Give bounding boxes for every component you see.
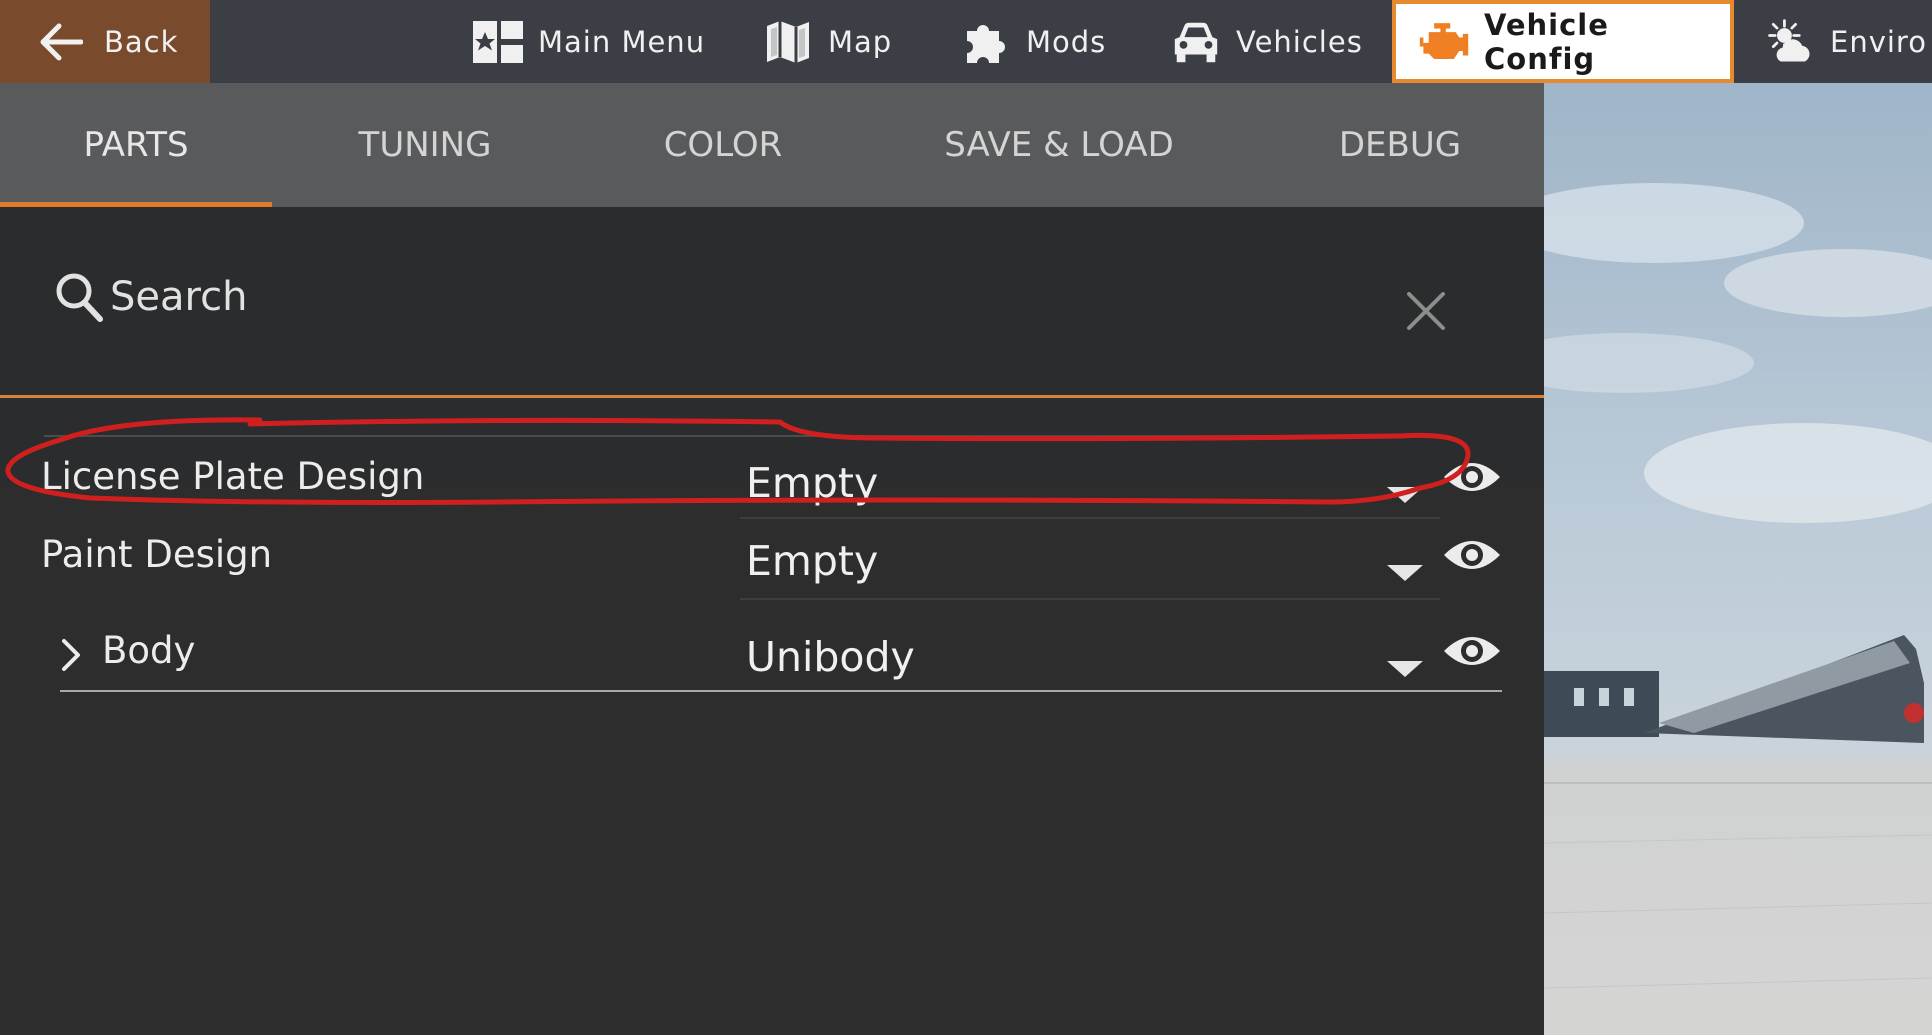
main-menu-icon — [472, 16, 524, 68]
eye-icon[interactable] — [1442, 455, 1502, 499]
part-value-dropdown[interactable]: Unibody — [746, 633, 915, 681]
chevron-right-icon[interactable] — [60, 637, 82, 673]
tab-tuning[interactable]: TUNING — [272, 83, 578, 207]
nav-main-menu-label: Main Menu — [538, 24, 706, 59]
nav-map-label: Map — [828, 24, 893, 59]
car-icon — [1170, 16, 1222, 68]
close-icon — [1407, 292, 1445, 330]
eye-icon[interactable] — [1442, 533, 1502, 577]
tab-parts[interactable]: PARTS — [0, 83, 272, 207]
vehicle-config-panel: PARTS TUNING COLOR SAVE & LOAD DEBUG Sea… — [0, 83, 1544, 1035]
dropdown-arrow-icon[interactable] — [1385, 563, 1425, 583]
weather-icon — [1764, 16, 1816, 68]
nav-vehicles[interactable]: Vehicles — [1170, 0, 1363, 83]
tab-parts-label: PARTS — [83, 125, 189, 165]
part-name: Body — [102, 629, 196, 672]
part-row-license-plate-design[interactable]: License Plate Design Empty — [0, 455, 1544, 531]
tab-tuning-label: TUNING — [358, 125, 492, 165]
search-divider — [0, 395, 1544, 398]
tab-color-label: COLOR — [663, 125, 783, 165]
nav-mods[interactable]: Mods — [960, 0, 1106, 83]
tab-color[interactable]: COLOR — [578, 83, 868, 207]
engine-icon — [1418, 16, 1470, 68]
puzzle-icon — [960, 16, 1012, 68]
part-name: License Plate Design — [41, 455, 425, 498]
3d-viewport[interactable] — [1544, 83, 1932, 1035]
search-underline — [44, 435, 1344, 437]
search-area — [0, 207, 1544, 482]
tab-save-load-label: SAVE & LOAD — [944, 125, 1174, 165]
nav-mods-label: Mods — [1026, 24, 1107, 59]
search-input[interactable] — [110, 267, 1110, 327]
nav-main-menu[interactable]: Main Menu — [472, 0, 705, 83]
part-value-dropdown[interactable]: Empty — [746, 537, 878, 585]
dropdown-arrow-icon[interactable] — [1385, 485, 1425, 505]
tab-debug[interactable]: DEBUG — [1250, 83, 1550, 207]
row-underline — [740, 598, 1440, 600]
part-name: Paint Design — [41, 533, 273, 576]
tab-save-load[interactable]: SAVE & LOAD — [868, 83, 1250, 207]
top-navigation-bar: Back Main Menu Map Mods Vehicles Vehicle… — [0, 0, 1932, 83]
nav-environment-label: Enviro — [1830, 24, 1927, 59]
nav-environment[interactable]: Enviro — [1764, 0, 1927, 83]
search-icon — [54, 271, 104, 327]
clear-search-button[interactable] — [1403, 288, 1449, 334]
eye-icon[interactable] — [1442, 629, 1502, 673]
nav-vehicles-label: Vehicles — [1236, 24, 1363, 59]
search-bar — [44, 257, 1344, 345]
body-row-underline — [60, 690, 1502, 692]
config-tabs: PARTS TUNING COLOR SAVE & LOAD DEBUG — [0, 83, 1544, 207]
part-row-body[interactable]: Body Unibody — [0, 629, 1544, 705]
arrow-left-icon — [30, 0, 92, 83]
nav-map[interactable]: Map — [762, 0, 892, 83]
nav-vehicle-config[interactable]: Vehicle Config — [1392, 0, 1734, 83]
nav-vehicle-config-label: Vehicle Config — [1484, 7, 1609, 76]
back-button[interactable]: Back — [0, 0, 210, 83]
scene-image — [1544, 183, 1932, 989]
part-value-dropdown[interactable]: Empty — [746, 459, 878, 507]
map-icon — [762, 16, 814, 68]
dropdown-arrow-icon[interactable] — [1385, 659, 1425, 679]
tab-debug-label: DEBUG — [1338, 125, 1462, 165]
back-label: Back — [104, 24, 179, 59]
row-underline — [740, 517, 1440, 519]
